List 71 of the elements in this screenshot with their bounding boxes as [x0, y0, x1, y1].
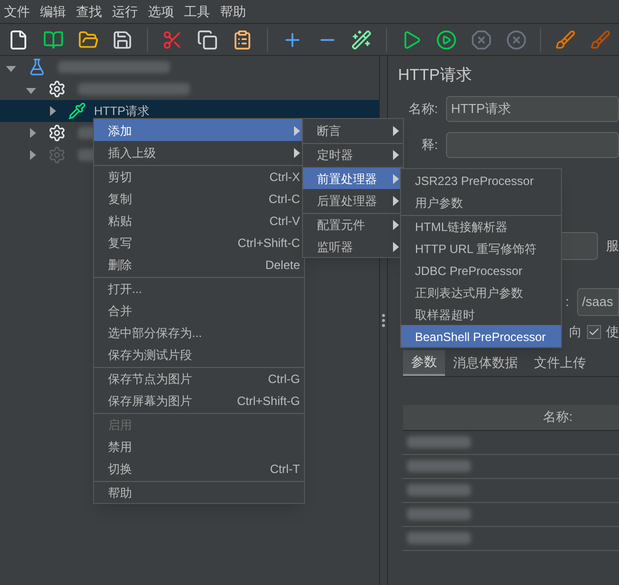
path-field[interactable]: /saas [577, 288, 619, 316]
table-header: 名称: [403, 404, 619, 430]
submenu-arrow-icon [393, 150, 399, 160]
shortcut-text: Ctrl-G [268, 370, 300, 388]
menu-item[interactable]: 禁用 [94, 435, 304, 457]
copy-icon[interactable] [197, 28, 218, 50]
menu-item[interactable]: BeanShell PreProcessor [401, 325, 561, 347]
menu-item[interactable]: 合并 [94, 299, 304, 321]
shortcut-text: Ctrl-T [270, 460, 300, 478]
stop-icon[interactable] [470, 28, 492, 50]
name-label: 名称: [407, 100, 438, 118]
new-file-icon[interactable] [8, 28, 29, 50]
collapse-arrow-icon[interactable] [6, 66, 16, 72]
expand-arrow-icon[interactable] [30, 128, 36, 138]
path-label: : [565, 293, 569, 312]
menu-item[interactable]: 保存节点为图片 Ctrl-G [94, 367, 304, 389]
checkbox[interactable] [587, 324, 601, 339]
folder-icon[interactable] [78, 28, 98, 50]
menu-item[interactable]: JSR223 PreProcessor [401, 169, 561, 191]
menu-item[interactable]: HTTP URL 重写修饰符 [401, 237, 561, 259]
submenu-arrow-icon [393, 126, 399, 136]
menu-item[interactable]: 添加 [94, 119, 304, 141]
collapse-arrow-icon[interactable] [26, 88, 36, 94]
books-icon[interactable] [42, 28, 64, 50]
clipboard-icon[interactable] [232, 28, 253, 50]
menu-title[interactable]: 选项 [148, 2, 174, 22]
menu-title[interactable]: 文件 [4, 2, 30, 22]
menu-title[interactable]: 查找 [76, 2, 102, 22]
menu-item[interactable]: 保存为测试片段 [94, 343, 304, 365]
menu-title[interactable]: 帮助 [220, 2, 246, 22]
menu-item[interactable]: 用户参数 [401, 191, 561, 213]
shortcut-text: Ctrl-V [269, 212, 300, 230]
shortcut-text: Ctrl+Shift-G [236, 392, 300, 410]
name-field[interactable]: HTTP请求 [446, 96, 619, 122]
menu-item[interactable]: JDBC PreProcessor [401, 259, 561, 281]
tab[interactable]: 参数 [403, 350, 445, 376]
menu-item[interactable]: 复制 Ctrl-C [94, 187, 304, 209]
menu-item[interactable]: 取样器超时 [401, 303, 561, 325]
menu-title[interactable]: 运行 [112, 2, 138, 22]
wand-icon[interactable] [351, 28, 372, 50]
tab[interactable]: 文件上传 [526, 350, 594, 376]
check-icon [588, 326, 600, 338]
tab[interactable]: 消息体数据 [445, 350, 526, 376]
expand-arrow-icon[interactable] [50, 106, 56, 116]
menu-item[interactable]: 选中部分保存为... [94, 321, 304, 343]
menu-item[interactable]: 粘贴 Ctrl-V [94, 209, 304, 231]
menu-item[interactable]: 切换 Ctrl-T [94, 457, 304, 479]
close-circle-icon[interactable] [506, 28, 526, 50]
comment-label: 释: [421, 136, 438, 154]
menu-item[interactable]: 复写 Ctrl+Shift-C [94, 231, 304, 253]
menu-title[interactable]: 编辑 [40, 2, 66, 22]
menu-item[interactable]: 删除 Delete [94, 253, 304, 275]
menu-item[interactable]: 保存屏幕为图片 Ctrl+Shift-G [94, 389, 304, 411]
shortcut-text: Delete [265, 256, 300, 274]
tree-label: HTTP请求 [94, 103, 150, 120]
menu-item[interactable]: 帮助 [94, 481, 304, 503]
menu-item[interactable]: 前置处理器 [303, 167, 403, 189]
comment-field[interactable] [446, 132, 619, 158]
menu-item[interactable]: 打开... [94, 277, 304, 299]
panel-title: HTTP请求 [398, 66, 473, 86]
shortcut-text: Ctrl-X [269, 168, 300, 186]
menu-item[interactable]: 定时器 [303, 143, 403, 165]
menu-item[interactable]: 断言 [303, 119, 403, 141]
menu-item[interactable]: 正则表达式用户参数 [401, 281, 561, 303]
server-label: 服 [606, 237, 619, 256]
shortcut-text: Ctrl+Shift-C [238, 234, 300, 252]
option-text: 向 [569, 323, 582, 341]
menu-item[interactable]: HTML链接解析器 [401, 215, 561, 237]
shortcut-text: Ctrl-C [268, 190, 300, 208]
option-label: 使 [606, 323, 619, 341]
menu-title[interactable]: 工具 [184, 2, 210, 22]
